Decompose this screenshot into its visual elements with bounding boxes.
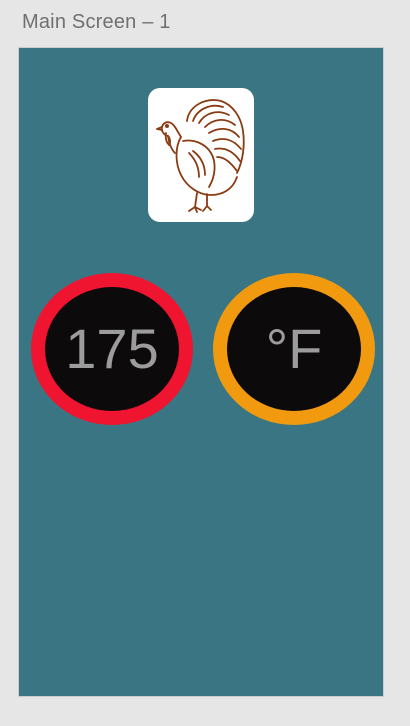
unit-value: °F [265,317,323,380]
temperature-value: 175 [65,317,159,380]
logo-card [148,88,254,222]
temperature-dial[interactable]: 175 [31,273,193,425]
unit-dial[interactable]: °F [213,273,375,425]
turkey-icon [156,99,245,213]
artboard-title: Main Screen – 1 [22,11,171,33]
main-screen-artboard: 175 °F [18,47,384,697]
